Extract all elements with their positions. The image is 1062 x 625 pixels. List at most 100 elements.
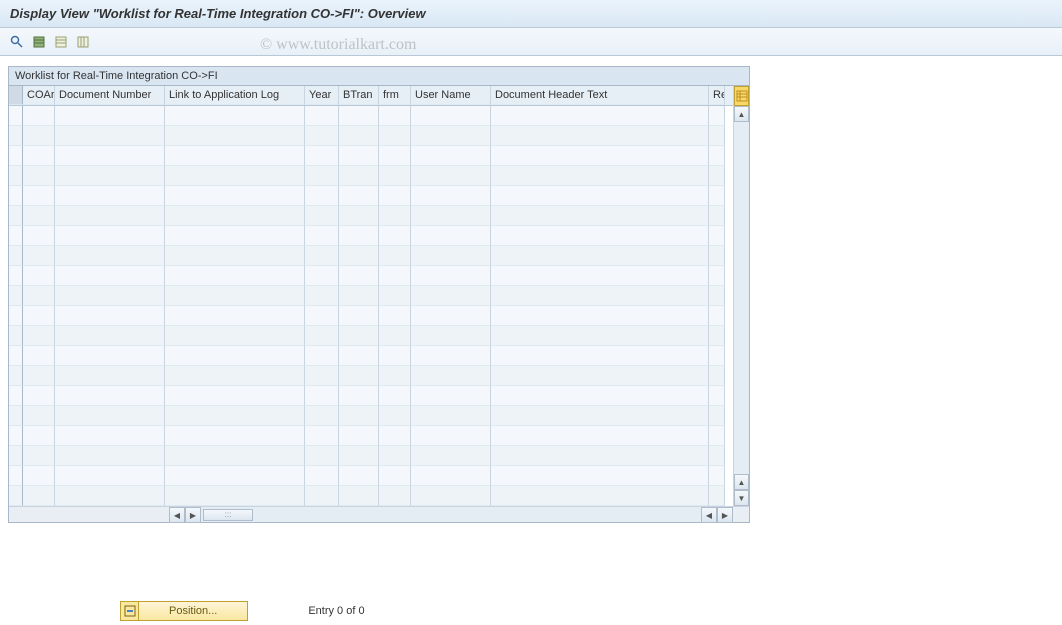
row-selector[interactable] xyxy=(9,206,23,226)
cell-coar[interactable] xyxy=(23,386,55,406)
row-selector[interactable] xyxy=(9,366,23,386)
cell-doc-header-text[interactable] xyxy=(491,226,709,246)
cell-application-log[interactable] xyxy=(165,226,305,246)
cell-frm[interactable] xyxy=(379,266,411,286)
cell-application-log[interactable] xyxy=(165,146,305,166)
cell-document-number[interactable] xyxy=(55,366,165,386)
cell-application-log[interactable] xyxy=(165,426,305,446)
cell-document-number[interactable] xyxy=(55,126,165,146)
cell-application-log[interactable] xyxy=(165,126,305,146)
cell-year[interactable] xyxy=(305,326,339,346)
cell-coar[interactable] xyxy=(23,126,55,146)
cell-application-log[interactable] xyxy=(165,266,305,286)
cell-btran[interactable] xyxy=(339,366,379,386)
row-selector[interactable] xyxy=(9,486,23,506)
cell-coar[interactable] xyxy=(23,186,55,206)
scroll-track[interactable] xyxy=(734,122,749,474)
cell-application-log[interactable] xyxy=(165,326,305,346)
table-row[interactable] xyxy=(9,446,733,466)
cell-btran[interactable] xyxy=(339,466,379,486)
cell-frm[interactable] xyxy=(379,386,411,406)
cell-re[interactable] xyxy=(709,406,725,426)
cell-frm[interactable] xyxy=(379,286,411,306)
cell-re[interactable] xyxy=(709,166,725,186)
cell-frm[interactable] xyxy=(379,146,411,166)
cell-year[interactable] xyxy=(305,446,339,466)
cell-re[interactable] xyxy=(709,386,725,406)
cell-doc-header-text[interactable] xyxy=(491,426,709,446)
row-selector[interactable] xyxy=(9,106,23,126)
cell-coar[interactable] xyxy=(23,486,55,506)
cell-user-name[interactable] xyxy=(411,446,491,466)
table-select-icon[interactable] xyxy=(30,33,48,51)
column-re[interactable]: Re xyxy=(709,86,725,105)
hscroll-thumb[interactable]: ::: xyxy=(203,509,253,521)
cell-frm[interactable] xyxy=(379,466,411,486)
cell-application-log[interactable] xyxy=(165,286,305,306)
cell-document-number[interactable] xyxy=(55,186,165,206)
cell-re[interactable] xyxy=(709,346,725,366)
cell-user-name[interactable] xyxy=(411,246,491,266)
column-year[interactable]: Year xyxy=(305,86,339,105)
column-coar[interactable]: COAr xyxy=(23,86,55,105)
cell-btran[interactable] xyxy=(339,206,379,226)
cell-year[interactable] xyxy=(305,306,339,326)
cell-user-name[interactable] xyxy=(411,186,491,206)
cell-user-name[interactable] xyxy=(411,326,491,346)
cell-frm[interactable] xyxy=(379,106,411,126)
cell-doc-header-text[interactable] xyxy=(491,346,709,366)
scroll-left-icon[interactable]: ◀ xyxy=(169,507,185,523)
scroll-down-icon[interactable]: ▼ xyxy=(734,490,749,506)
column-application-log[interactable]: Link to Application Log xyxy=(165,86,305,105)
cell-coar[interactable] xyxy=(23,366,55,386)
cell-document-number[interactable] xyxy=(55,326,165,346)
cell-doc-header-text[interactable] xyxy=(491,166,709,186)
table-row[interactable] xyxy=(9,326,733,346)
column-frm[interactable]: frm xyxy=(379,86,411,105)
cell-application-log[interactable] xyxy=(165,366,305,386)
cell-coar[interactable] xyxy=(23,426,55,446)
cell-user-name[interactable] xyxy=(411,106,491,126)
cell-document-number[interactable] xyxy=(55,286,165,306)
cell-year[interactable] xyxy=(305,126,339,146)
cell-btran[interactable] xyxy=(339,326,379,346)
cell-re[interactable] xyxy=(709,306,725,326)
table-row[interactable] xyxy=(9,366,733,386)
cell-coar[interactable] xyxy=(23,266,55,286)
cell-re[interactable] xyxy=(709,206,725,226)
cell-frm[interactable] xyxy=(379,446,411,466)
table-row[interactable] xyxy=(9,186,733,206)
cell-year[interactable] xyxy=(305,426,339,446)
cell-document-number[interactable] xyxy=(55,486,165,506)
cell-btran[interactable] xyxy=(339,406,379,426)
cell-application-log[interactable] xyxy=(165,386,305,406)
cell-coar[interactable] xyxy=(23,326,55,346)
cell-frm[interactable] xyxy=(379,406,411,426)
cell-document-number[interactable] xyxy=(55,246,165,266)
cell-re[interactable] xyxy=(709,126,725,146)
cell-btran[interactable] xyxy=(339,446,379,466)
cell-frm[interactable] xyxy=(379,246,411,266)
table-row[interactable] xyxy=(9,386,733,406)
cell-btran[interactable] xyxy=(339,226,379,246)
cell-document-number[interactable] xyxy=(55,266,165,286)
cell-application-log[interactable] xyxy=(165,466,305,486)
cell-year[interactable] xyxy=(305,466,339,486)
cell-doc-header-text[interactable] xyxy=(491,306,709,326)
table-row[interactable] xyxy=(9,206,733,226)
cell-frm[interactable] xyxy=(379,186,411,206)
cell-user-name[interactable] xyxy=(411,206,491,226)
cell-document-number[interactable] xyxy=(55,146,165,166)
cell-year[interactable] xyxy=(305,346,339,366)
cell-document-number[interactable] xyxy=(55,386,165,406)
cell-re[interactable] xyxy=(709,226,725,246)
table-row[interactable] xyxy=(9,246,733,266)
cell-frm[interactable] xyxy=(379,166,411,186)
column-btran[interactable]: BTran xyxy=(339,86,379,105)
cell-btran[interactable] xyxy=(339,246,379,266)
row-selector[interactable] xyxy=(9,166,23,186)
cell-year[interactable] xyxy=(305,206,339,226)
cell-re[interactable] xyxy=(709,326,725,346)
row-selector[interactable] xyxy=(9,146,23,166)
row-selector[interactable] xyxy=(9,346,23,366)
